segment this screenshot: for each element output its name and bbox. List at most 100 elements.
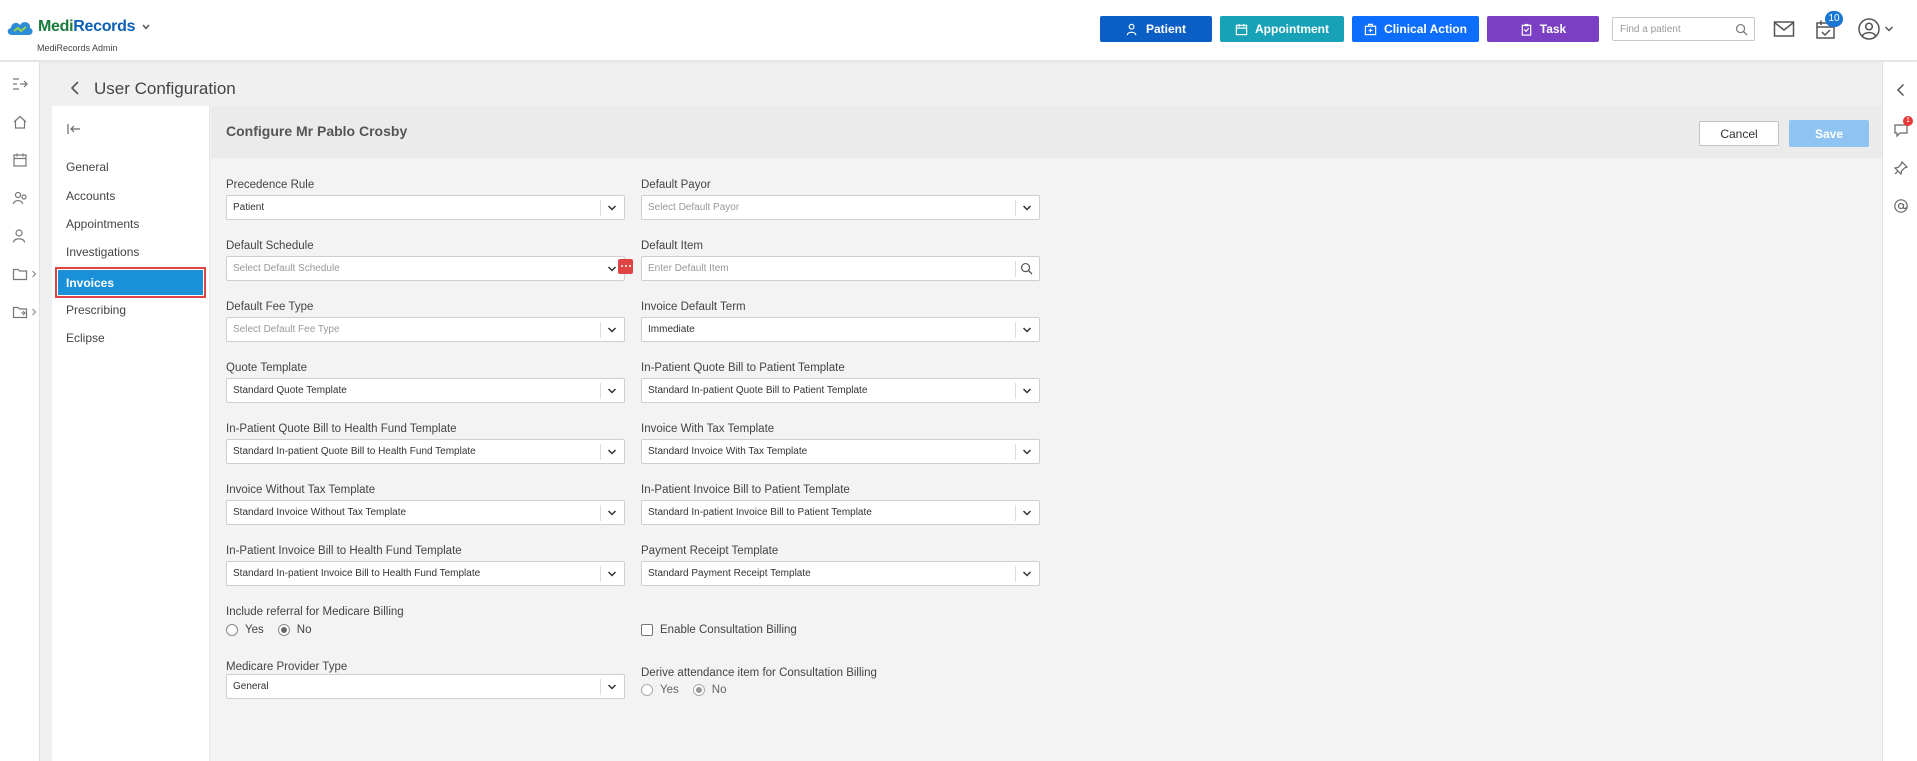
home-icon[interactable]: [12, 114, 28, 130]
include-referral-no-radio[interactable]: [277, 624, 290, 636]
medicare-provider-type-value: General: [233, 681, 269, 692]
inpatient-invoice-fund-label: In-Patient Invoice Bill to Health Fund T…: [226, 545, 462, 557]
enable-consultation-label[interactable]: Enable Consultation Billing: [660, 624, 797, 636]
precedence-rule-select[interactable]: Patient: [226, 195, 625, 220]
patients-icon[interactable]: [12, 190, 28, 206]
more-options-icon[interactable]: [618, 259, 633, 274]
subnav-item-general[interactable]: General: [66, 160, 109, 174]
chevron-down-icon: [607, 205, 617, 211]
clinical-action-button[interactable]: Clinical Action: [1352, 16, 1479, 42]
collapse-menu-icon[interactable]: [67, 123, 81, 135]
user-account-icon[interactable]: [1857, 17, 1881, 41]
include-referral-no-label[interactable]: No: [297, 624, 312, 636]
payment-receipt-value: Standard Payment Receipt Template: [648, 568, 811, 579]
mail-icon[interactable]: [1773, 20, 1795, 38]
subnav-item-eclipse[interactable]: Eclipse: [66, 331, 105, 345]
subnav-item-accounts[interactable]: Accounts: [66, 189, 115, 203]
default-payor-select[interactable]: Select Default Payor: [641, 195, 1040, 220]
invoice-without-tax-label: Invoice Without Tax Template: [226, 484, 376, 496]
default-fee-type-placeholder: Select Default Fee Type: [233, 324, 340, 335]
chevron-down-icon[interactable]: [1884, 25, 1894, 33]
chevron-down-icon: [1022, 388, 1032, 394]
inpatient-quote-patient-select[interactable]: Standard In-patient Quote Bill to Patien…: [641, 378, 1040, 403]
chevron-down-icon: [607, 327, 617, 333]
save-button[interactable]: Save: [1789, 120, 1869, 147]
folder-share-icon[interactable]: [12, 304, 28, 320]
select-divider: [600, 679, 601, 695]
input-divider: [1015, 261, 1016, 277]
default-item-input[interactable]: Enter Default Item: [641, 256, 1040, 281]
chevron-down-icon: [607, 571, 617, 577]
derive-attendance-no-radio[interactable]: [692, 684, 705, 696]
patient-button[interactable]: Patient: [1100, 16, 1212, 42]
invoice-with-tax-select[interactable]: Standard Invoice With Tax Template: [641, 439, 1040, 464]
invoice-with-tax-value: Standard Invoice With Tax Template: [648, 446, 808, 457]
chevron-down-icon: [607, 266, 617, 272]
appointment-button[interactable]: Appointment: [1220, 16, 1344, 42]
clinical-action-button-label: Clinical Action: [1384, 22, 1467, 36]
select-divider: [600, 444, 601, 460]
medical-case-icon: [1364, 23, 1377, 35]
logo-text-medi: Medi: [38, 18, 74, 35]
calendar-icon[interactable]: [12, 152, 28, 168]
medicare-provider-type-select[interactable]: General: [226, 674, 625, 699]
chevron-right-icon[interactable]: [31, 270, 37, 278]
enable-consultation-row: Enable Consultation Billing: [641, 624, 811, 636]
chevron-down-icon[interactable]: [141, 22, 151, 32]
select-divider: [1015, 444, 1016, 460]
invoice-with-tax-label: Invoice With Tax Template: [641, 423, 775, 435]
derive-attendance-radio-group: Yes No: [641, 684, 740, 696]
patient-button-label: Patient: [1145, 22, 1186, 36]
select-divider: [600, 566, 601, 582]
search-icon[interactable]: [1020, 262, 1033, 275]
precedence-rule-label: Precedence Rule: [226, 179, 315, 191]
calendar-icon: [1235, 23, 1248, 35]
subnav-item-investigations[interactable]: Investigations: [66, 245, 139, 259]
default-fee-type-select[interactable]: Select Default Fee Type: [226, 317, 625, 342]
default-payor-label: Default Payor: [641, 179, 711, 191]
app-subtitle: MediRecords Admin: [37, 43, 118, 53]
patient-search-input[interactable]: [1613, 18, 1728, 40]
invoice-without-tax-select[interactable]: Standard Invoice Without Tax Template: [226, 500, 625, 525]
include-referral-label: Include referral for Medicare Billing: [226, 606, 404, 618]
invoice-default-term-select[interactable]: Immediate: [641, 317, 1040, 342]
derive-attendance-no-label[interactable]: No: [712, 684, 727, 696]
subnav-item-prescribing[interactable]: Prescribing: [66, 303, 126, 317]
search-icon[interactable]: [1735, 23, 1748, 36]
inpatient-quote-fund-select[interactable]: Standard In-patient Quote Bill to Health…: [226, 439, 625, 464]
inpatient-invoice-fund-select[interactable]: Standard In-patient Invoice Bill to Heal…: [226, 561, 625, 586]
derive-attendance-yes-radio[interactable]: [641, 684, 653, 696]
folder-icon[interactable]: [12, 266, 28, 282]
subnav-item-appointments[interactable]: Appointments: [66, 217, 139, 231]
invoice-default-term-label: Invoice Default Term: [641, 301, 746, 313]
expand-menu-icon[interactable]: [12, 76, 28, 92]
user-plus-icon: [1126, 23, 1137, 35]
left-rail: [0, 62, 40, 761]
chevron-left-icon[interactable]: [1893, 82, 1909, 98]
include-referral-yes-label[interactable]: Yes: [245, 624, 264, 636]
at-sign-icon[interactable]: [1893, 198, 1909, 214]
logo-text-records: Records: [73, 18, 136, 35]
cancel-button[interactable]: Cancel: [1699, 121, 1779, 146]
app-logo[interactable]: MediRecords: [6, 18, 151, 36]
include-referral-yes-radio[interactable]: [226, 624, 238, 636]
inpatient-quote-fund-value: Standard In-patient Quote Bill to Health…: [233, 446, 476, 457]
contacts-icon[interactable]: [12, 228, 28, 244]
subnav-item-invoices[interactable]: Invoices: [55, 267, 206, 298]
quote-template-select[interactable]: Standard Quote Template: [226, 378, 625, 403]
appointment-button-label: Appointment: [1255, 22, 1329, 36]
back-arrow-icon[interactable]: [70, 81, 80, 95]
clipboard-icon: [1521, 23, 1532, 36]
inpatient-invoice-patient-select[interactable]: Standard In-patient Invoice Bill to Pati…: [641, 500, 1040, 525]
default-schedule-select[interactable]: Select Default Schedule: [226, 256, 625, 281]
pin-icon[interactable]: [1893, 160, 1909, 176]
chevron-down-icon: [1022, 571, 1032, 577]
quote-template-value: Standard Quote Template: [233, 385, 347, 396]
chevron-right-icon[interactable]: [31, 308, 37, 316]
derive-attendance-label: Derive attendance item for Consultation …: [641, 667, 877, 679]
task-button[interactable]: Task: [1487, 16, 1599, 42]
chevron-down-icon: [607, 510, 617, 516]
derive-attendance-yes-label[interactable]: Yes: [660, 684, 679, 696]
payment-receipt-select[interactable]: Standard Payment Receipt Template: [641, 561, 1040, 586]
enable-consultation-checkbox[interactable]: [641, 624, 653, 636]
